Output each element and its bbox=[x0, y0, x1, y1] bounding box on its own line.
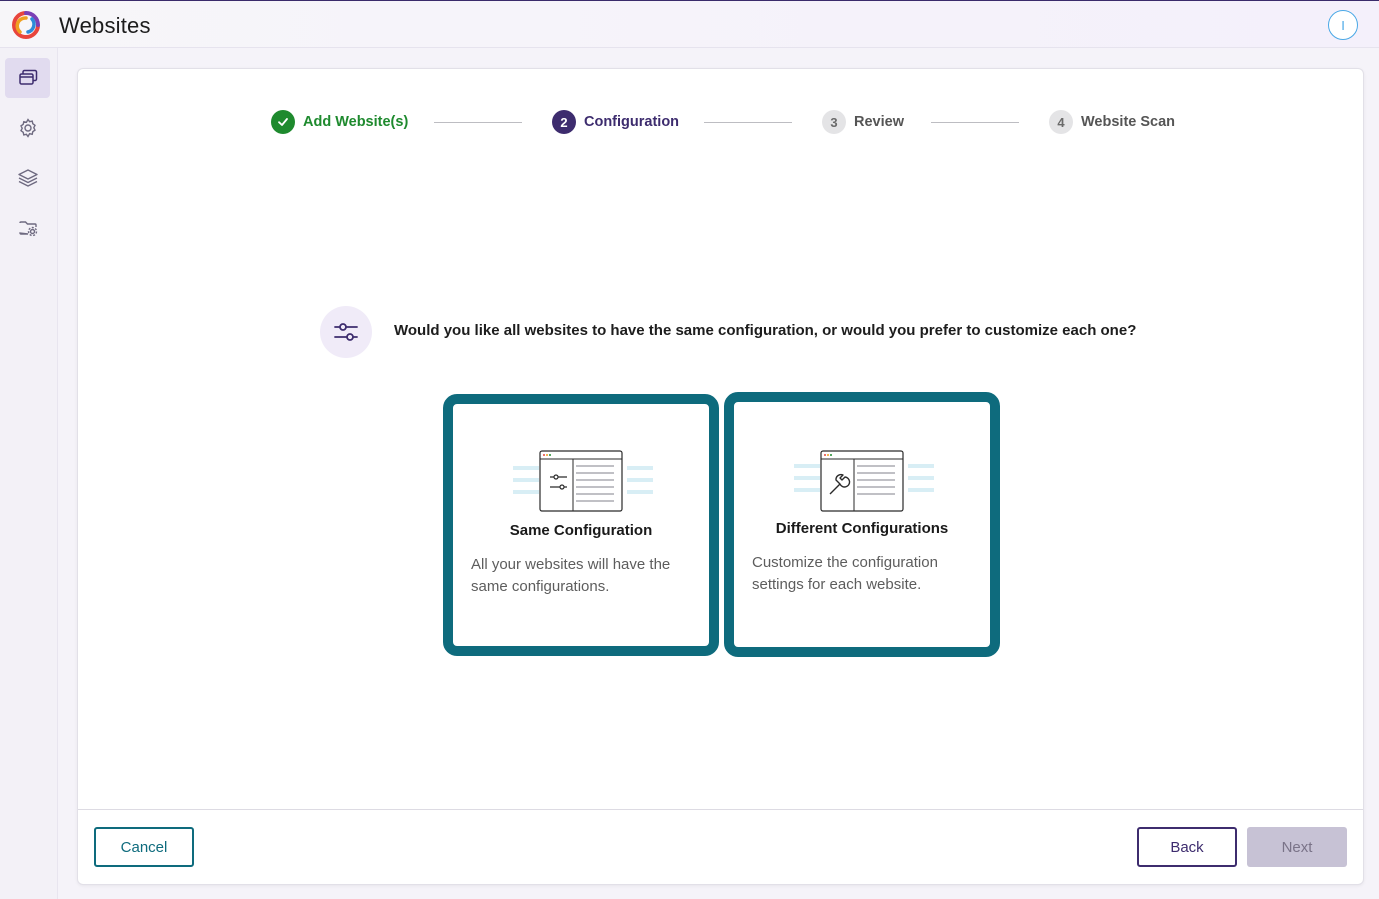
folder-settings-icon bbox=[18, 221, 37, 237]
app-title: Websites bbox=[59, 13, 151, 38]
step-connector bbox=[704, 122, 792, 123]
step-label: Review bbox=[854, 114, 904, 130]
check-icon bbox=[271, 110, 295, 134]
layers-icon bbox=[17, 169, 38, 187]
sidebar-item-settings[interactable] bbox=[5, 108, 50, 148]
option-description: All your websites will have the same con… bbox=[471, 556, 671, 595]
back-button[interactable]: Back bbox=[1137, 827, 1237, 867]
windows-icon bbox=[18, 69, 37, 85]
gear-icon bbox=[19, 118, 36, 138]
step-add-websites: Add Website(s) bbox=[271, 109, 408, 135]
cancel-button[interactable]: Cancel bbox=[94, 827, 194, 867]
step-label: Configuration bbox=[584, 114, 680, 130]
option-description: Customize the configuration settings for… bbox=[752, 554, 938, 593]
step-configuration: 2 Configuration bbox=[552, 109, 679, 135]
different-configurations-option[interactable]: Different Configurations Customize the c… bbox=[724, 392, 1000, 657]
wrench-window-icon bbox=[794, 450, 934, 512]
sidebar bbox=[0, 48, 58, 899]
same-configuration-option[interactable]: Same Configuration All your websites wil… bbox=[443, 394, 719, 656]
option-title: Different Configurations bbox=[775, 520, 949, 537]
step-label: Website Scan bbox=[1081, 114, 1176, 130]
step-number: 4 bbox=[1049, 110, 1073, 134]
wizard-card: Add Website(s) 2 Configuration 3 Review … bbox=[77, 68, 1364, 885]
app-logo-icon bbox=[12, 11, 40, 39]
step-connector bbox=[434, 122, 522, 123]
step-number: 2 bbox=[552, 110, 576, 134]
step-connector bbox=[931, 122, 1019, 123]
user-avatar[interactable]: I bbox=[1328, 10, 1358, 40]
sidebar-item-websites[interactable] bbox=[5, 58, 50, 98]
next-button[interactable]: Next bbox=[1247, 827, 1347, 867]
sidebar-item-folder-settings[interactable] bbox=[5, 208, 50, 248]
sliders-window-icon bbox=[513, 450, 653, 512]
sidebar-item-layers[interactable] bbox=[5, 158, 50, 198]
option-title: Same Configuration bbox=[509, 522, 653, 539]
step-label: Add Website(s) bbox=[303, 114, 409, 130]
step-website-scan: 4 Website Scan bbox=[1049, 109, 1175, 135]
top-bar: Websites I bbox=[0, 0, 1379, 48]
configuration-question: Would you like all websites to have the … bbox=[394, 322, 1137, 339]
step-review: 3 Review bbox=[822, 109, 904, 135]
footer-divider bbox=[78, 809, 1363, 810]
step-number: 3 bbox=[822, 110, 846, 134]
sliders-icon bbox=[320, 306, 372, 358]
